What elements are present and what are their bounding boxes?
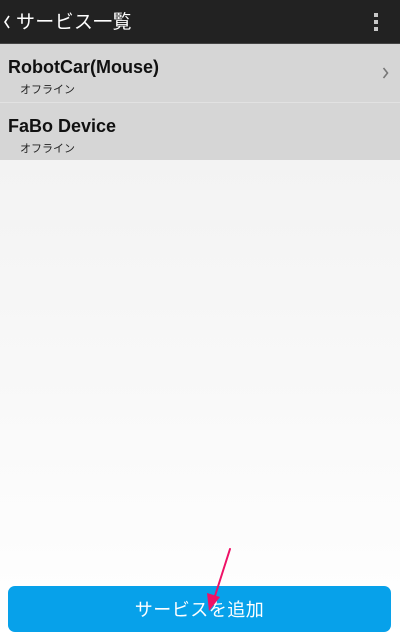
service-item-fabo-device[interactable]: FaBo Device オフライン (0, 102, 400, 160)
more-vertical-icon (374, 20, 378, 24)
service-status: オフライン (20, 83, 75, 96)
action-bar: サービス一覧 (0, 0, 400, 44)
service-status: オフライン (20, 142, 75, 155)
service-item-robotcar[interactable]: RobotCar(Mouse) オフライン (0, 44, 400, 102)
more-vertical-icon (374, 13, 378, 17)
page-title: サービス一覧 (16, 11, 132, 33)
chevron-left-icon[interactable] (3, 14, 11, 30)
more-vertical-icon (374, 27, 378, 31)
app-screen: サービス一覧 RobotCar(Mouse) オフライン FaBo Device… (0, 0, 400, 641)
service-name: FaBo Device (8, 116, 117, 136)
pointer-arrow-icon (207, 548, 231, 611)
overflow-menu-button[interactable] (368, 10, 384, 34)
service-name: RobotCar(Mouse) (8, 57, 159, 77)
service-list: RobotCar(Mouse) オフライン FaBo Device オフライン (0, 44, 400, 160)
chevron-right-icon (382, 67, 389, 79)
